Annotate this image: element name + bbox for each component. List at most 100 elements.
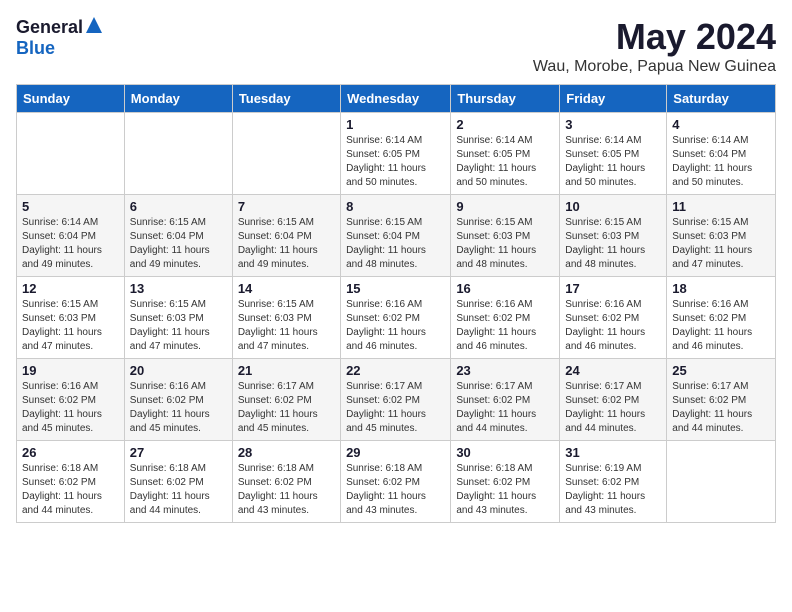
- calendar-cell: 30 Sunrise: 6:18 AM Sunset: 6:02 PM Dayli…: [451, 441, 560, 523]
- day-info: Sunrise: 6:16 AM Sunset: 6:02 PM Dayligh…: [565, 298, 661, 354]
- day-number: 22: [346, 363, 445, 378]
- calendar-cell: 19 Sunrise: 6:16 AM Sunset: 6:02 PM Dayli…: [17, 359, 125, 441]
- calendar-cell: 25 Sunrise: 6:17 AM Sunset: 6:02 PM Dayli…: [667, 359, 776, 441]
- calendar-title: May 2024: [533, 16, 776, 58]
- day-info: Sunrise: 6:14 AM Sunset: 6:04 PM Dayligh…: [22, 216, 119, 272]
- day-info: Sunrise: 6:18 AM Sunset: 6:02 PM Dayligh…: [22, 462, 119, 518]
- calendar-cell: 15 Sunrise: 6:16 AM Sunset: 6:02 PM Dayli…: [341, 277, 451, 359]
- day-info: Sunrise: 6:17 AM Sunset: 6:02 PM Dayligh…: [456, 380, 554, 436]
- calendar-cell: 7 Sunrise: 6:15 AM Sunset: 6:04 PM Daylig…: [232, 195, 340, 277]
- day-info: Sunrise: 6:15 AM Sunset: 6:03 PM Dayligh…: [565, 216, 661, 272]
- day-number: 15: [346, 281, 445, 296]
- day-number: 23: [456, 363, 554, 378]
- day-info: Sunrise: 6:15 AM Sunset: 6:03 PM Dayligh…: [22, 298, 119, 354]
- day-number: 27: [130, 445, 227, 460]
- calendar-cell: 10 Sunrise: 6:15 AM Sunset: 6:03 PM Dayli…: [560, 195, 667, 277]
- day-info: Sunrise: 6:15 AM Sunset: 6:04 PM Dayligh…: [346, 216, 445, 272]
- logo: General Blue: [16, 16, 103, 59]
- calendar-cell: 9Sunrise: 6:15 AM Sunset: 6:03 PM Daylig…: [451, 195, 560, 277]
- day-number: 19: [22, 363, 119, 378]
- calendar-cell: 14Sunrise: 6:15 AM Sunset: 6:03 PM Dayli…: [232, 277, 340, 359]
- day-info: Sunrise: 6:18 AM Sunset: 6:02 PM Dayligh…: [456, 462, 554, 518]
- day-number: 26: [22, 445, 119, 460]
- calendar-week-row: 12 Sunrise: 6:15 AM Sunset: 6:03 PM Dayli…: [17, 277, 776, 359]
- calendar-week-row: 1 Sunrise: 6:14 AM Sunset: 6:05 PM Daylig…: [17, 113, 776, 195]
- calendar-cell: 27 Sunrise: 6:18 AM Sunset: 6:02 PM Dayli…: [124, 441, 232, 523]
- day-info: Sunrise: 6:17 AM Sunset: 6:02 PM Dayligh…: [672, 380, 770, 436]
- day-number: 14: [238, 281, 335, 296]
- calendar-cell: 11 Sunrise: 6:15 AM Sunset: 6:03 PM Dayli…: [667, 195, 776, 277]
- calendar-week-row: 5Sunrise: 6:14 AM Sunset: 6:04 PM Daylig…: [17, 195, 776, 277]
- day-info: Sunrise: 6:15 AM Sunset: 6:04 PM Dayligh…: [130, 216, 227, 272]
- calendar-cell: 22 Sunrise: 6:17 AM Sunset: 6:02 PM Dayli…: [341, 359, 451, 441]
- weekday-header-cell: Thursday: [451, 85, 560, 113]
- day-info: Sunrise: 6:15 AM Sunset: 6:04 PM Dayligh…: [238, 216, 335, 272]
- day-number: 2: [456, 117, 554, 132]
- weekday-header-cell: Saturday: [667, 85, 776, 113]
- logo-general-text: General: [16, 18, 83, 38]
- calendar-cell: 2Sunrise: 6:14 AM Sunset: 6:05 PM Daylig…: [451, 113, 560, 195]
- weekday-header-cell: Friday: [560, 85, 667, 113]
- day-number: 29: [346, 445, 445, 460]
- day-info: Sunrise: 6:17 AM Sunset: 6:02 PM Dayligh…: [565, 380, 661, 436]
- weekday-header-cell: Monday: [124, 85, 232, 113]
- calendar-cell: [17, 113, 125, 195]
- calendar-cell: 29 Sunrise: 6:18 AM Sunset: 6:02 PM Dayli…: [341, 441, 451, 523]
- calendar-cell: [232, 113, 340, 195]
- logo-blue-text: Blue: [16, 38, 55, 58]
- calendar-cell: 5Sunrise: 6:14 AM Sunset: 6:04 PM Daylig…: [17, 195, 125, 277]
- day-number: 4: [672, 117, 770, 132]
- day-info: Sunrise: 6:16 AM Sunset: 6:02 PM Dayligh…: [346, 298, 445, 354]
- day-number: 6: [130, 199, 227, 214]
- weekday-header-row: SundayMondayTuesdayWednesdayThursdayFrid…: [17, 85, 776, 113]
- calendar-cell: 12 Sunrise: 6:15 AM Sunset: 6:03 PM Dayli…: [17, 277, 125, 359]
- calendar-cell: 28 Sunrise: 6:18 AM Sunset: 6:02 PM Dayli…: [232, 441, 340, 523]
- weekday-header-cell: Sunday: [17, 85, 125, 113]
- day-info: Sunrise: 6:18 AM Sunset: 6:02 PM Dayligh…: [346, 462, 445, 518]
- calendar-week-row: 26 Sunrise: 6:18 AM Sunset: 6:02 PM Dayli…: [17, 441, 776, 523]
- day-info: Sunrise: 6:18 AM Sunset: 6:02 PM Dayligh…: [238, 462, 335, 518]
- calendar-cell: [667, 441, 776, 523]
- day-number: 21: [238, 363, 335, 378]
- day-number: 25: [672, 363, 770, 378]
- day-info: Sunrise: 6:16 AM Sunset: 6:02 PM Dayligh…: [456, 298, 554, 354]
- day-number: 12: [22, 281, 119, 296]
- day-number: 8: [346, 199, 445, 214]
- day-number: 28: [238, 445, 335, 460]
- day-number: 18: [672, 281, 770, 296]
- day-info: Sunrise: 6:16 AM Sunset: 6:02 PM Dayligh…: [22, 380, 119, 436]
- day-info: Sunrise: 6:14 AM Sunset: 6:05 PM Dayligh…: [346, 134, 445, 190]
- day-info: Sunrise: 6:16 AM Sunset: 6:02 PM Dayligh…: [130, 380, 227, 436]
- day-info: Sunrise: 6:17 AM Sunset: 6:02 PM Dayligh…: [346, 380, 445, 436]
- logo-icon: [85, 16, 103, 34]
- day-number: 30: [456, 445, 554, 460]
- calendar-cell: 17 Sunrise: 6:16 AM Sunset: 6:02 PM Dayli…: [560, 277, 667, 359]
- calendar-cell: 1 Sunrise: 6:14 AM Sunset: 6:05 PM Daylig…: [341, 113, 451, 195]
- day-number: 11: [672, 199, 770, 214]
- day-number: 1: [346, 117, 445, 132]
- day-number: 17: [565, 281, 661, 296]
- calendar-cell: 4 Sunrise: 6:14 AM Sunset: 6:04 PM Daylig…: [667, 113, 776, 195]
- calendar-cell: 6 Sunrise: 6:15 AM Sunset: 6:04 PM Daylig…: [124, 195, 232, 277]
- title-area: May 2024 Wau, Morobe, Papua New Guinea: [533, 16, 776, 76]
- calendar-cell: 20Sunrise: 6:16 AM Sunset: 6:02 PM Dayli…: [124, 359, 232, 441]
- day-number: 10: [565, 199, 661, 214]
- day-number: 24: [565, 363, 661, 378]
- calendar-cell: 8 Sunrise: 6:15 AM Sunset: 6:04 PM Daylig…: [341, 195, 451, 277]
- day-info: Sunrise: 6:19 AM Sunset: 6:02 PM Dayligh…: [565, 462, 661, 518]
- day-info: Sunrise: 6:18 AM Sunset: 6:02 PM Dayligh…: [130, 462, 227, 518]
- calendar-cell: 13Sunrise: 6:15 AM Sunset: 6:03 PM Dayli…: [124, 277, 232, 359]
- calendar-cell: 21 Sunrise: 6:17 AM Sunset: 6:02 PM Dayli…: [232, 359, 340, 441]
- day-number: 16: [456, 281, 554, 296]
- header: General Blue May 2024 Wau, Morobe, Papua…: [16, 16, 776, 76]
- calendar-subtitle: Wau, Morobe, Papua New Guinea: [533, 58, 776, 76]
- day-info: Sunrise: 6:17 AM Sunset: 6:02 PM Dayligh…: [238, 380, 335, 436]
- calendar-cell: [124, 113, 232, 195]
- day-number: 7: [238, 199, 335, 214]
- day-info: Sunrise: 6:14 AM Sunset: 6:04 PM Dayligh…: [672, 134, 770, 190]
- day-info: Sunrise: 6:16 AM Sunset: 6:02 PM Dayligh…: [672, 298, 770, 354]
- calendar-week-row: 19 Sunrise: 6:16 AM Sunset: 6:02 PM Dayli…: [17, 359, 776, 441]
- day-info: Sunrise: 6:15 AM Sunset: 6:03 PM Dayligh…: [672, 216, 770, 272]
- calendar-cell: 16 Sunrise: 6:16 AM Sunset: 6:02 PM Dayli…: [451, 277, 560, 359]
- calendar-cell: 3Sunrise: 6:14 AM Sunset: 6:05 PM Daylig…: [560, 113, 667, 195]
